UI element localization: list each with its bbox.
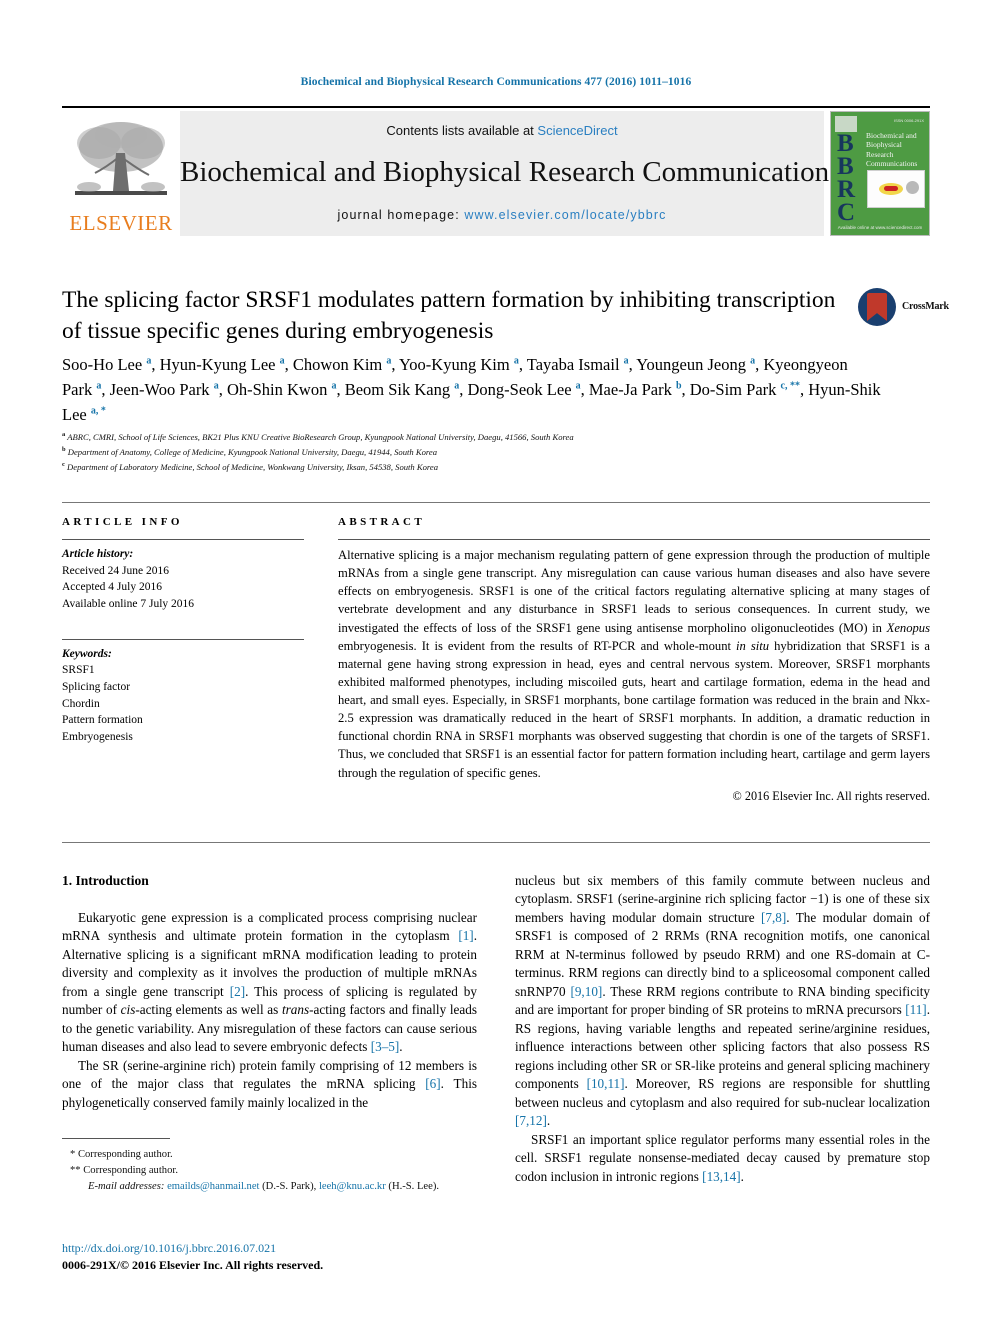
keywords-list: SRSF1 Splicing factor Chordin Pattern fo… xyxy=(62,662,304,745)
paper-page: Biochemical and Biophysical Research Com… xyxy=(0,0,992,1323)
title-block: The splicing factor SRSF1 modulates patt… xyxy=(62,285,852,348)
abstract-heading: ABSTRACT xyxy=(338,516,426,528)
contents-available-line: Contents lists available at ScienceDirec… xyxy=(180,123,824,138)
article-info-column: ARTICLE INFO Article history: Received 2… xyxy=(62,516,304,746)
keyword-item: Chordin xyxy=(62,697,100,710)
cover-journal-title: Biochemical and Biophysical Research Com… xyxy=(866,131,918,169)
affiliation-item: b Department of Anatomy, College of Medi… xyxy=(62,445,892,460)
affiliation-marker: a xyxy=(62,431,66,438)
body-top-rule xyxy=(62,842,930,843)
abstract-copyright: © 2016 Elsevier Inc. All rights reserved… xyxy=(732,788,930,803)
paragraph: Eukaryotic gene expression is a complica… xyxy=(62,909,477,1055)
abstract-body: Alternative splicing is a major mechanis… xyxy=(338,548,930,780)
publication-info: http://dx.doi.org/10.1016/j.bbrc.2016.07… xyxy=(62,1240,562,1275)
author-list: Soo-Ho Lee a, Hyun-Kyung Lee a, Chowon K… xyxy=(62,355,881,424)
abstract-column: ABSTRACT Alternative splicing is a major… xyxy=(338,516,930,804)
article-history-list: Received 24 June 2016 Accepted 4 July 20… xyxy=(62,563,304,613)
keyword-item: Embryogenesis xyxy=(62,731,133,744)
footnote-block: * Corresponding author. ** Corresponding… xyxy=(62,1147,477,1195)
article-info-heading: ARTICLE INFO xyxy=(62,516,183,528)
affiliation-text: Department of Laboratory Medicine, Schoo… xyxy=(67,461,439,472)
issn-copyright-line: 0006-291X/© 2016 Elsevier Inc. All right… xyxy=(62,1258,324,1273)
journal-homepage-link[interactable]: www.elsevier.com/locate/ybbrc xyxy=(464,208,666,222)
history-item: Accepted 4 July 2016 xyxy=(62,581,162,594)
affiliation-marker: c xyxy=(62,460,65,468)
keyword-item: Splicing factor xyxy=(62,681,131,694)
journal-cover-thumbnail: ISSN 0006-291X BBRC Biochemical and Biop… xyxy=(830,111,930,236)
masthead-center: Contents lists available at ScienceDirec… xyxy=(180,111,841,236)
article-history-label: Article history: xyxy=(62,548,134,560)
email-owner-1: (D.-S. Park), xyxy=(262,1180,317,1192)
info-abstract-top-rule xyxy=(62,502,930,503)
section-heading-introduction: 1. Introduction xyxy=(62,873,149,888)
keyword-item: Pattern formation xyxy=(62,714,143,727)
footnote-rule xyxy=(62,1138,170,1139)
doi-link[interactable]: http://dx.doi.org/10.1016/j.bbrc.2016.07… xyxy=(62,1240,562,1257)
keyword-item: SRSF1 xyxy=(62,664,95,677)
elsevier-logo: ELSEVIER xyxy=(62,111,180,236)
paragraph: nucleus but six members of this family c… xyxy=(515,873,931,1129)
affiliation-list: a ABRC, CMRI, School of Life Sciences, B… xyxy=(62,430,892,474)
abstract-rule xyxy=(338,539,930,540)
affiliation-marker: b xyxy=(62,445,66,453)
page-title: The splicing factor SRSF1 modulates patt… xyxy=(62,287,836,345)
keywords-rule xyxy=(62,638,304,640)
affiliation-item: a ABRC, CMRI, School of Life Sciences, B… xyxy=(62,430,892,445)
crossmark-badge[interactable]: CrossMark xyxy=(858,288,949,330)
sciencedirect-link[interactable]: ScienceDirect xyxy=(537,123,617,138)
crossmark-icon xyxy=(858,288,896,326)
cover-issn-note: ISSN 0006-291X xyxy=(893,118,924,123)
affiliation-text: Department of Anatomy, College of Medici… xyxy=(67,446,438,457)
footnote-corresponding-2: ** Corresponding author. xyxy=(70,1164,178,1176)
elsevier-tree-icon xyxy=(75,122,167,195)
article-info-rule xyxy=(62,539,304,540)
journal-masthead: ELSEVIER Contents lists available at Sci… xyxy=(62,106,930,236)
journal-title: Biochemical and Biophysical Research Com… xyxy=(180,156,841,188)
cover-figure-icon xyxy=(867,170,925,208)
email-link-2[interactable]: leeh@knu.ac.kr xyxy=(319,1181,386,1192)
email-addresses-label: E-mail addresses: xyxy=(88,1180,165,1192)
introduction-left-column: 1. Introduction Eukaryotic gene expressi… xyxy=(62,872,477,1112)
introduction-right-column: nucleus but six members of this family c… xyxy=(515,872,930,1186)
cover-acronym: BBRC xyxy=(837,130,855,226)
affiliation-item: c Department of Laboratory Medicine, Sch… xyxy=(62,460,892,475)
footnote-emails: E-mail addresses: emailds@hanmail.net (D… xyxy=(62,1179,477,1195)
paragraph: The SR (serine-arginine rich) protein fa… xyxy=(62,1057,477,1110)
paragraph: SRSF1 an important splice regulator perf… xyxy=(515,1131,930,1184)
email-link-1[interactable]: emailds@hanmail.net xyxy=(167,1181,259,1192)
keywords-label: Keywords: xyxy=(62,647,112,660)
running-head: Biochemical and Biophysical Research Com… xyxy=(300,76,692,88)
history-item: Received 24 June 2016 xyxy=(62,564,169,577)
contents-prefix: Contents lists available at xyxy=(386,123,538,138)
footnote-corresponding-1: * Corresponding author. xyxy=(70,1149,173,1160)
homepage-prefix: journal homepage: xyxy=(337,208,465,222)
crossmark-label: CrossMark xyxy=(902,301,949,312)
history-item: Available online 7 July 2016 xyxy=(62,598,195,611)
cover-footer-note: Available online at www.sciencedirect.co… xyxy=(837,225,923,230)
affiliation-text: ABRC, CMRI, School of Life Sciences, BK2… xyxy=(67,431,574,442)
elsevier-wordmark: ELSEVIER xyxy=(69,211,173,235)
email-owner-2: (H.-S. Lee). xyxy=(388,1180,440,1192)
keywords-group: Keywords: SRSF1 Splicing factor Chordin … xyxy=(62,638,304,746)
journal-homepage-line: journal homepage: www.elsevier.com/locat… xyxy=(180,208,824,222)
